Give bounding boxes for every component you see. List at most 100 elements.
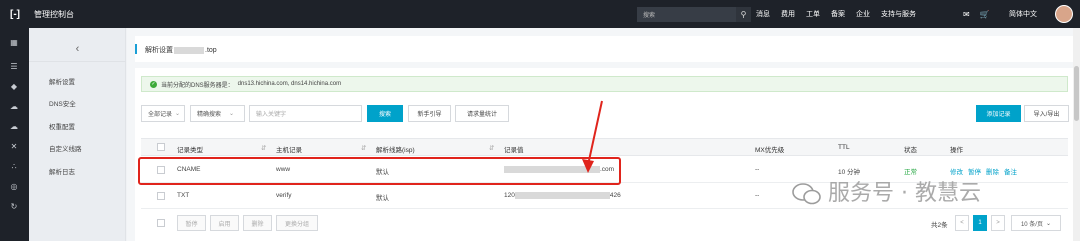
cluster-icon[interactable]: ∴ [9, 162, 19, 172]
keyword-input[interactable]: 输入关键字 [249, 105, 362, 122]
search-button[interactable]: 搜索 [367, 105, 403, 122]
scrollbar[interactable] [1073, 28, 1080, 241]
page-1-button[interactable]: 1 [973, 215, 987, 231]
nav-billing[interactable]: 费用 [781, 9, 795, 19]
delete-link[interactable]: 删除 [986, 166, 999, 176]
top-bar: [-] 管理控制台 搜索 ⚲ 消息 费用 工单 备案 企业 支持与服务 ✉ 🛒 … [0, 0, 1080, 28]
menu-icon[interactable]: ☰ [9, 62, 19, 72]
language-switch[interactable]: 简体中文 [1009, 0, 1037, 28]
redacted-value [514, 192, 610, 199]
nav-support[interactable]: 支持与服务 [881, 9, 916, 19]
sidebar-item-resolve-log[interactable]: 解析日志 [49, 166, 75, 176]
col-actions: 操作 [950, 147, 963, 154]
select-all-checkbox[interactable] [157, 143, 165, 151]
prev-page-button[interactable]: < [955, 215, 969, 231]
console-title[interactable]: 管理控制台 [34, 9, 74, 20]
bulk-delete-button[interactable]: 删除 [243, 215, 272, 231]
avatar[interactable] [1055, 5, 1073, 23]
sort-icon[interactable]: ⇵ [361, 144, 366, 152]
cloud-icon[interactable]: ☁ [9, 102, 19, 112]
sidebar-item-weight-config[interactable]: 权重配置 [49, 121, 75, 131]
grid-icon[interactable]: ▦ [9, 38, 19, 48]
page-size-select[interactable]: 10 条/页 ⌄ [1011, 215, 1061, 231]
bulk-group-button[interactable]: 更换分组 [276, 215, 318, 231]
refresh-icon[interactable]: ↻ [9, 202, 19, 212]
nav-messages[interactable]: 消息 [756, 9, 770, 19]
sort-icon[interactable]: ⇵ [489, 144, 494, 152]
dns-notice-label: 当前分配的DNS服务器是： [161, 82, 234, 89]
sidebar-item-custom-line[interactable]: 自定义线路 [49, 143, 82, 153]
redacted-domain [174, 46, 204, 54]
row-value-prefix: 120 [504, 192, 515, 200]
wechat-watermark-icon [792, 183, 821, 205]
search-placeholder: 搜索 [643, 13, 656, 19]
page-title: 解析设置 .top [145, 45, 217, 55]
dns-server-notice: ✓ 当前分配的DNS服务器是： dns13.hichina.com, dns14… [141, 76, 1068, 92]
guide-button[interactable]: 新手引导 [408, 105, 451, 122]
col-status: 状态 [904, 147, 917, 154]
sub-sidebar: ‹ 解析设置 DNS安全 权重配置 自定义线路 解析日志 [29, 28, 126, 241]
row-checkbox[interactable] [157, 192, 165, 200]
row-mx: -- [755, 166, 760, 173]
cart-icon[interactable]: 🛒 [980, 10, 990, 19]
row-value: 120 426 [504, 192, 621, 199]
nav-icp[interactable]: 备案 [831, 9, 845, 19]
dns-notice-servers: dns13.hichina.com, dns14.hichina.com [237, 81, 342, 87]
scrollbar-thumb[interactable] [1074, 66, 1079, 121]
note-link[interactable]: 备注 [1004, 166, 1017, 176]
page-title-suffix: .top [205, 47, 217, 54]
row-value-suffix: 426 [609, 192, 621, 200]
col-line: 解析线路(isp) [376, 147, 415, 154]
record-filter-value: 全部记录 [148, 112, 173, 118]
sort-icon[interactable]: ⇵ [261, 144, 266, 152]
chevron-down-icon: ⌄ [175, 111, 181, 117]
col-mx: MX优先级 [755, 147, 785, 154]
record-filter-select[interactable]: 全部记录 ⌄ [141, 105, 185, 122]
top-icons: ✉ 🛒 [963, 0, 990, 28]
top-nav: 消息 费用 工单 备案 企业 支持与服务 [756, 0, 916, 28]
chevron-down-icon: ⌄ [229, 111, 235, 117]
col-ttl: TTL [838, 144, 850, 151]
footer-select-all-checkbox[interactable] [157, 219, 165, 227]
cloud-upload-icon[interactable]: ☁ [9, 122, 19, 132]
search-icon[interactable]: ⚲ [736, 7, 751, 22]
highlight-box [138, 157, 621, 185]
page-header: 解析设置 .top [135, 36, 1075, 62]
page-title-prefix: 解析设置 [145, 47, 173, 54]
row-line: 默认 [376, 195, 389, 202]
annotation-arrow-icon [582, 100, 603, 173]
shield-icon[interactable]: ◆ [9, 82, 19, 92]
next-page-button[interactable]: > [991, 215, 1005, 231]
stats-button[interactable]: 请求量统计 [455, 105, 509, 122]
add-record-button[interactable]: 添加记录 [976, 105, 1021, 122]
cross-icon[interactable]: ✕ [9, 142, 19, 152]
globe-icon[interactable]: ◎ [9, 182, 19, 192]
nav-tickets[interactable]: 工单 [806, 9, 820, 19]
mail-icon[interactable]: ✉ [963, 10, 970, 19]
search-mode-value: 精确搜索 [197, 112, 222, 118]
icon-rail: ▦ ☰ ◆ ☁ ☁ ✕ ∴ ◎ ↻ [0, 28, 29, 241]
row-host: verify [276, 192, 292, 199]
bulk-enable-button[interactable]: 启用 [210, 215, 239, 231]
total-count: 共2条 [931, 222, 948, 229]
import-export-button[interactable]: 导入/导出 [1024, 105, 1069, 122]
watermark-text: 服务号 · 教慧云 [828, 181, 981, 206]
header-accent-bar [135, 44, 137, 54]
row-type: TXT [177, 192, 190, 199]
sidebar-item-dns-security[interactable]: DNS安全 [49, 98, 76, 108]
check-circle-icon: ✓ [150, 80, 157, 88]
page-size-value: 10 条/页 [1020, 221, 1043, 228]
table-footer: 暂停 启用 删除 更换分组 共2条 < 1 > 10 条/页 ⌄ [141, 210, 1068, 237]
col-value: 记录值 [504, 147, 524, 154]
bulk-pause-button[interactable]: 暂停 [177, 215, 206, 231]
search-mode-select[interactable]: 精确搜索 ⌄ [190, 105, 245, 122]
col-host: 主机记录 [276, 147, 302, 154]
console-logo-icon[interactable]: [-] [0, 0, 30, 28]
col-type: 记录类型 [177, 147, 203, 154]
nav-enterprise[interactable]: 企业 [856, 9, 870, 19]
search-input[interactable]: 搜索 ⚲ [637, 7, 751, 22]
back-chevron-icon[interactable]: ‹ [29, 36, 126, 62]
row-mx: -- [755, 192, 760, 199]
chevron-down-icon: ⌄ [1045, 220, 1052, 227]
sidebar-item-resolve-settings[interactable]: 解析设置 [49, 76, 75, 86]
